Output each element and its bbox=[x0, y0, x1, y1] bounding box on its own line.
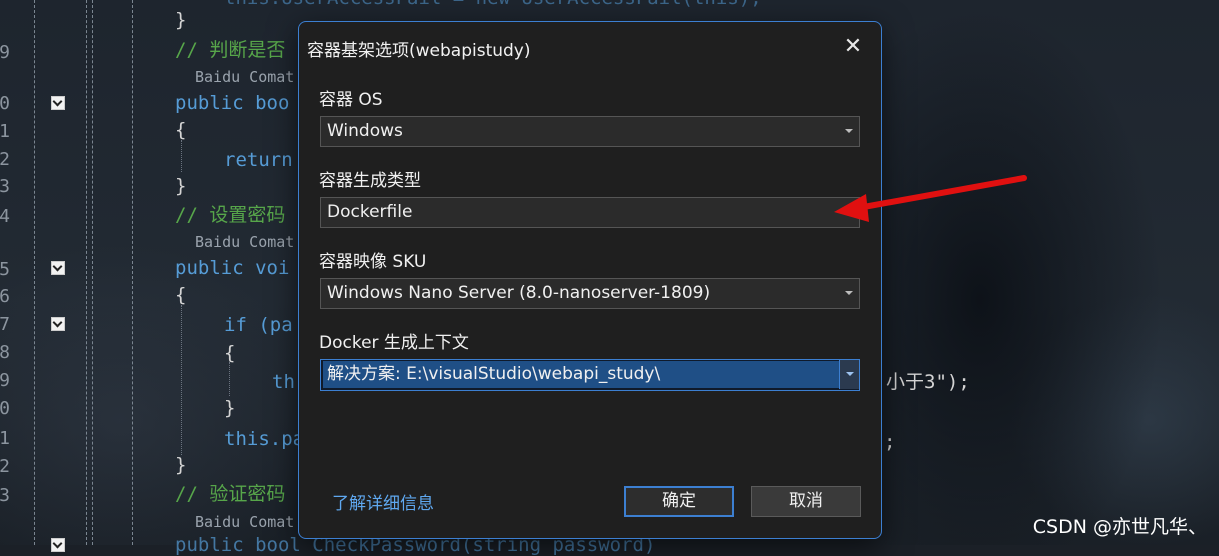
red-arrow-annotation bbox=[834, 175, 1027, 222]
watermark: CSDN @亦世凡华、 bbox=[1032, 516, 1207, 538]
